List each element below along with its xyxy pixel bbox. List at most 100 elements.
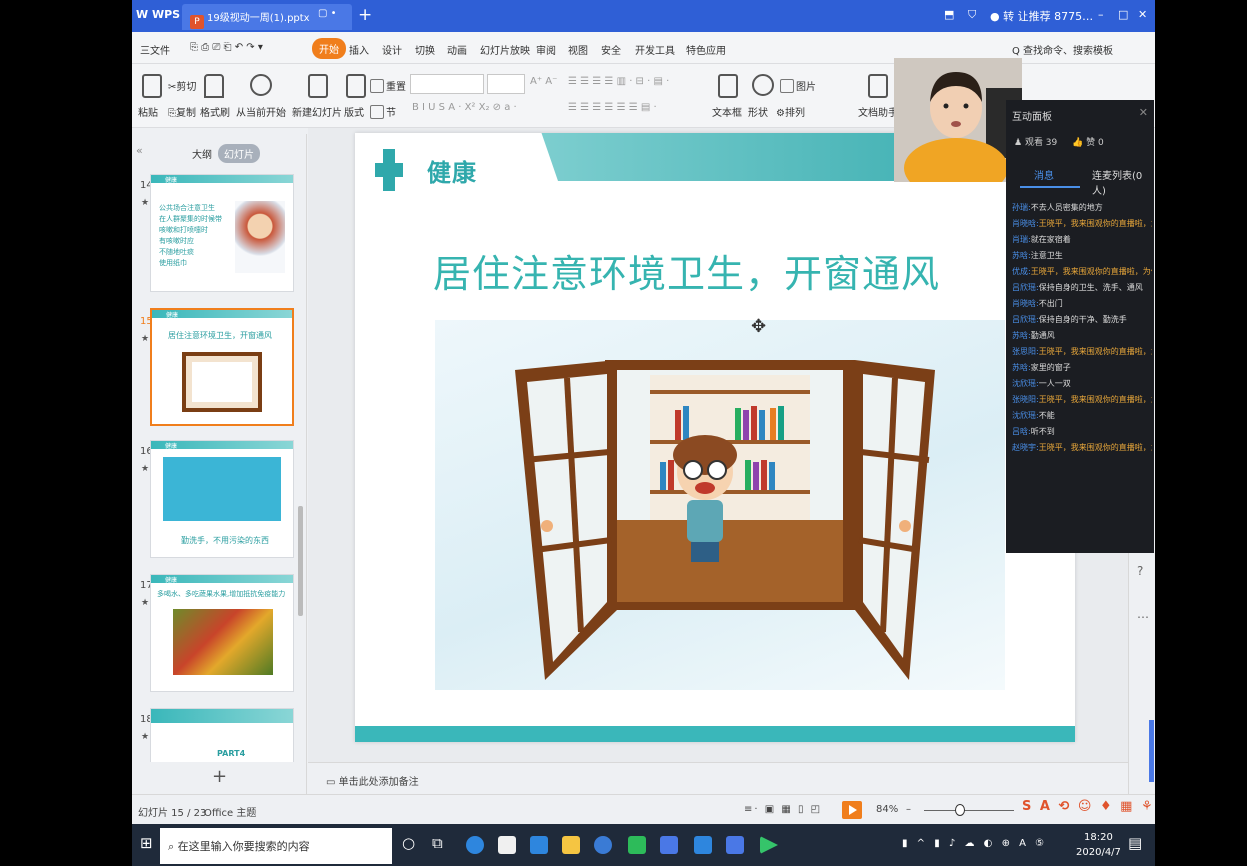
- tab-pin-icon[interactable]: ▢ •: [318, 8, 337, 19]
- close-button[interactable]: ✕: [1138, 8, 1147, 21]
- shape-button[interactable]: 形状: [748, 104, 768, 119]
- font-grow-shrink-icons[interactable]: A⁺ A⁻: [530, 76, 557, 87]
- new-slide-button[interactable]: 新建幻灯片: [292, 104, 342, 119]
- view-mode-icons[interactable]: ≡· ▣ ▦ ▯ ◰: [744, 804, 822, 815]
- slide-title[interactable]: 居住注意环境卫生，开窗通风: [433, 243, 940, 298]
- vertical-scrollbar[interactable]: [1149, 720, 1154, 782]
- file-menu[interactable]: 三文件: [140, 42, 170, 57]
- menu-security[interactable]: 安全: [601, 42, 621, 57]
- menu-home[interactable]: 开始: [312, 38, 346, 59]
- menu-transition[interactable]: 切换: [415, 42, 435, 57]
- menu-review[interactable]: 审阅: [536, 42, 556, 57]
- dingtalk-icon[interactable]: [694, 836, 712, 854]
- picture-button[interactable]: 图片: [780, 78, 816, 93]
- format-painter-icon[interactable]: [204, 74, 224, 98]
- tab-slides[interactable]: 幻灯片: [218, 144, 260, 163]
- app-icon[interactable]: [594, 836, 612, 854]
- slide-thumbnail-17[interactable]: 健康 多喝水、多吃蔬果水果,增加抵抗免疫能力: [150, 574, 294, 692]
- doc-helper-icon[interactable]: [868, 74, 888, 98]
- notification-icon[interactable]: ▤: [1128, 834, 1142, 852]
- cut-button[interactable]: ✂剪切: [168, 78, 196, 93]
- play-slideshow-button[interactable]: [842, 801, 862, 819]
- add-slide-button[interactable]: +: [212, 766, 227, 787]
- notes-placeholder[interactable]: ▭ 单击此处添加备注: [326, 773, 419, 788]
- quick-access-icons[interactable]: ⎘ ⎙ ⎚ ⎗ ↶ ↷ ▾: [190, 42, 263, 53]
- tab-outline[interactable]: 大纲: [186, 144, 218, 163]
- reset-button[interactable]: 重置: [370, 78, 406, 93]
- chat-message: 赵晓宇:王晓平，我来围观你的直播啦，为你点赞!: [1012, 440, 1152, 456]
- wps-logo[interactable]: W WPS: [136, 8, 180, 21]
- meeting-icon[interactable]: [726, 836, 744, 854]
- font-size-combo[interactable]: [487, 74, 525, 94]
- slide-thumbnail-15[interactable]: 健康 居住注意环境卫生，开窗通风: [150, 308, 294, 426]
- shape-icon[interactable]: [752, 74, 774, 96]
- layout-button[interactable]: 版式: [344, 104, 364, 119]
- slide-thumbnail-16[interactable]: 健康 勤洗手，不用污染的东西: [150, 440, 294, 558]
- font-style-icons[interactable]: B I U S A · X² X₂ ⊘ a ·: [412, 102, 517, 113]
- menu-view[interactable]: 视图: [568, 42, 588, 57]
- format-painter-button[interactable]: 格式刷: [200, 104, 230, 119]
- store-icon[interactable]: [498, 836, 516, 854]
- slide-thumbnail-14[interactable]: 健康 公共场合注意卫生 在人群聚集的时候带 咳嗽和打喷嚏时 有咳嗽时应 不随地吐…: [150, 174, 294, 292]
- menu-insert[interactable]: 插入: [349, 42, 369, 57]
- media-icon[interactable]: [760, 836, 778, 854]
- interaction-panel: 互动面板 ✕ ♟ 观看 39 👍 赞 0 消息 连麦列表(0人) 孙瑞:不去人员…: [1006, 100, 1154, 553]
- clock[interactable]: 18:20 2020/4/7: [1076, 830, 1121, 860]
- paragraph-icons-bottom[interactable]: ☰ ☰ ☰ ☰ ☰ ☰ ▤ ·: [568, 102, 657, 113]
- paste-icon[interactable]: [142, 74, 162, 98]
- font-name-combo[interactable]: [410, 74, 484, 94]
- text-box-icon[interactable]: [718, 74, 738, 98]
- cloud-icon[interactable]: ⬒: [944, 8, 954, 21]
- minimize-button[interactable]: –: [1098, 8, 1104, 21]
- menu-animation[interactable]: 动画: [447, 42, 467, 57]
- command-search[interactable]: Q 查找命令、搜索模板: [1012, 42, 1113, 57]
- menu-design[interactable]: 设计: [382, 42, 402, 57]
- menu-features[interactable]: 特色应用: [686, 42, 726, 57]
- slide-canvas[interactable]: 健康 居住注意环境卫生，开窗通风: [355, 133, 1075, 742]
- slide-header-text[interactable]: 健康: [427, 153, 477, 188]
- windows-start-icon[interactable]: ⊞: [140, 834, 153, 852]
- chat-text: 王晓平，我来围观你的直播啦，为你点赞!: [1030, 267, 1152, 276]
- like-count[interactable]: 👍 赞 0: [1072, 135, 1104, 148]
- chat-username: 孙瑞:: [1012, 203, 1031, 212]
- more-icon[interactable]: ⋯: [1137, 610, 1149, 624]
- doc-helper-button[interactable]: 文档助手: [858, 104, 898, 119]
- edge-icon[interactable]: [466, 836, 484, 854]
- zoom-track[interactable]: [924, 810, 1014, 811]
- text-box-button[interactable]: 文本框: [712, 104, 742, 119]
- panel-close-icon[interactable]: ✕: [1139, 106, 1148, 119]
- maximize-button[interactable]: □: [1118, 8, 1128, 21]
- tab-mic-list[interactable]: 连麦列表(0人): [1092, 167, 1154, 197]
- slide-thumbnail-18[interactable]: PART4: [150, 708, 294, 762]
- arrange-button[interactable]: ⚙排列: [776, 104, 805, 119]
- explorer-icon[interactable]: [562, 836, 580, 854]
- tab-messages[interactable]: 消息: [1034, 167, 1054, 182]
- new-tab-button[interactable]: +: [358, 5, 372, 25]
- paste-button[interactable]: 粘贴: [138, 104, 158, 119]
- zoom-slider[interactable]: –: [906, 804, 911, 815]
- shirt-icon[interactable]: ⛉: [968, 8, 976, 22]
- copy-button[interactable]: ⎘复制: [168, 104, 196, 119]
- taskbar-search[interactable]: ⌕ 在这里输入你要搜索的内容: [160, 828, 392, 864]
- menu-developer[interactable]: 开发工具: [635, 42, 675, 57]
- paragraph-icons-top[interactable]: ☰ ☰ ☰ ☰ ▥ · ⊟ · ▤ ·: [568, 76, 669, 87]
- zoom-thumb[interactable]: [955, 804, 965, 816]
- section-button[interactable]: 节: [370, 104, 396, 119]
- help-icon[interactable]: ?: [1137, 564, 1143, 578]
- cortana-icon[interactable]: ○: [402, 834, 415, 852]
- window-illustration[interactable]: [435, 320, 1005, 690]
- from-current-button[interactable]: 从当前开始: [236, 104, 286, 119]
- layout-icon[interactable]: [346, 74, 366, 98]
- wechat-icon[interactable]: [628, 836, 646, 854]
- thumbnail-scrollbar[interactable]: [298, 506, 303, 616]
- notes-pane[interactable]: ▭ 单击此处添加备注: [308, 762, 1130, 794]
- menu-slideshow[interactable]: 幻灯片放映: [480, 42, 530, 57]
- wps-taskbar-icon[interactable]: [660, 836, 678, 854]
- system-tray[interactable]: ▮ ^ ▮ ♪ ☁ ◐ ⊕ A ⑤: [902, 838, 1047, 849]
- new-slide-icon[interactable]: [308, 74, 328, 98]
- ime-toolbar[interactable]: S A ⟲ ☺ ♦ ▦ ⚘ ⚑: [1022, 799, 1155, 814]
- user-info[interactable]: ● 转 让推荐 8775…: [990, 8, 1093, 24]
- mail-icon[interactable]: [530, 836, 548, 854]
- task-view-icon[interactable]: ⧉: [432, 834, 443, 852]
- play-from-current-icon[interactable]: [250, 74, 272, 96]
